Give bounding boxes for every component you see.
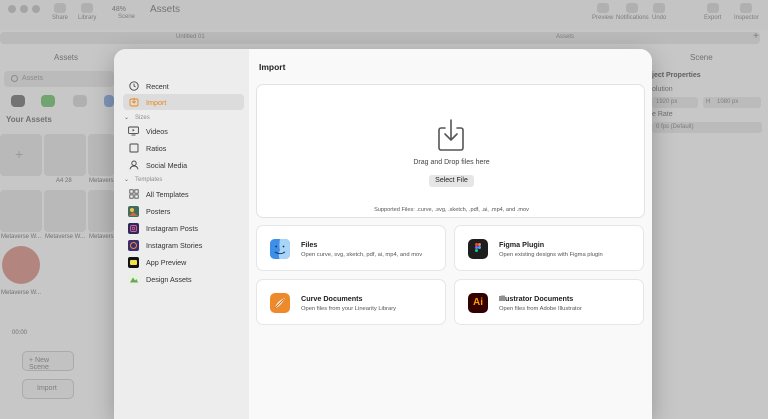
sidebar-item-recent[interactable]: Recent [123, 78, 244, 94]
import-icon [128, 97, 139, 108]
posters-icon [128, 205, 139, 217]
card-subtitle: Open curve, svg, sketch, pdf, ai, mp4, a… [301, 252, 423, 258]
sidebar-item-posters[interactable]: Posters [123, 203, 244, 219]
clock-icon [128, 81, 139, 92]
sidebar-item-label: Recent [146, 81, 169, 91]
sidebar-item-social-media[interactable]: Social Media [123, 157, 244, 173]
file-drop-zone[interactable]: Drag and Drop files here Select File Sup… [256, 84, 645, 218]
select-file-button[interactable]: Select File [429, 175, 474, 187]
sidebar-item-import[interactable]: Import [123, 94, 244, 110]
import-modal: Recent Import ⌄ Sizes Videos Ratios Soci… [114, 49, 652, 419]
sidebar-item-label: Ratios [146, 143, 167, 153]
card-subtitle: Open existing designs with Figma plugin [499, 252, 603, 258]
monitor-icon [128, 126, 139, 137]
curve-documents-card[interactable]: Curve Documents Open files from your Lin… [256, 279, 446, 325]
illustrator-documents-card[interactable]: Ai Illustrator Documents Open files from… [454, 279, 644, 325]
app-preview-icon [128, 256, 139, 268]
sidebar-item-label: Social Media [146, 160, 188, 170]
sidebar-item-label: Import [146, 97, 167, 107]
sidebar-item-label: Design Assets [146, 274, 192, 284]
drop-instructions: Drag and Drop files here [413, 159, 490, 166]
sidebar-item-app-preview[interactable]: App Preview [123, 254, 244, 270]
figma-plugin-card[interactable]: Figma Plugin Open existing designs with … [454, 225, 644, 271]
modal-sidebar: Recent Import ⌄ Sizes Videos Ratios Soci… [114, 49, 249, 419]
download-tray-icon [436, 118, 466, 152]
sidebar-item-all-templates[interactable]: All Templates [123, 186, 244, 202]
illustrator-icon: Ai [468, 293, 488, 313]
sidebar-item-label: App Preview [146, 257, 187, 267]
sidebar-item-videos[interactable]: Videos [123, 123, 244, 139]
sidebar-item-ratios[interactable]: Ratios [123, 140, 244, 156]
chevron-down-icon: ⌄ [124, 177, 130, 183]
finder-icon [270, 239, 290, 259]
instagram-stories-icon [128, 239, 139, 251]
card-title: Curve Documents [301, 294, 363, 303]
sidebar-item-label: Instagram Posts [146, 223, 198, 233]
sidebar-item-label: Posters [146, 206, 171, 216]
design-assets-icon [128, 273, 139, 285]
card-title: Illustrator Documents [499, 294, 574, 303]
card-subtitle: Open files from Adobe Illustrator [499, 306, 582, 312]
card-subtitle: Open files from your Linearity Library [301, 306, 397, 312]
square-icon [128, 143, 139, 154]
page-title: Import [259, 62, 286, 72]
person-icon [128, 160, 139, 171]
grid-icon [128, 189, 139, 200]
card-title: Files [301, 240, 318, 249]
sidebar-item-design-assets[interactable]: Design Assets [123, 271, 244, 287]
sidebar-item-instagram-stories[interactable]: Instagram Stories [123, 237, 244, 253]
supported-files-text: Supported Files: .curve, .svg, .sketch, … [374, 207, 529, 213]
sidebar-item-instagram-posts[interactable]: Instagram Posts [123, 220, 244, 236]
card-title: Figma Plugin [499, 240, 545, 249]
figma-icon [468, 239, 488, 259]
chevron-down-icon: ⌄ [124, 115, 130, 121]
sidebar-item-label: Instagram Stories [146, 240, 203, 250]
instagram-posts-icon [128, 222, 139, 234]
sidebar-item-label: Videos [146, 126, 168, 136]
files-card[interactable]: Files Open curve, svg, sketch, pdf, ai, … [256, 225, 446, 271]
templates-section-header[interactable]: ⌄ Templates [124, 176, 162, 184]
modal-content: Import Drag and Drop files here Select F… [249, 49, 652, 419]
sidebar-item-label: All Templates [146, 189, 189, 199]
sizes-section-header[interactable]: ⌄ Sizes [124, 114, 150, 122]
curve-icon [270, 293, 290, 313]
